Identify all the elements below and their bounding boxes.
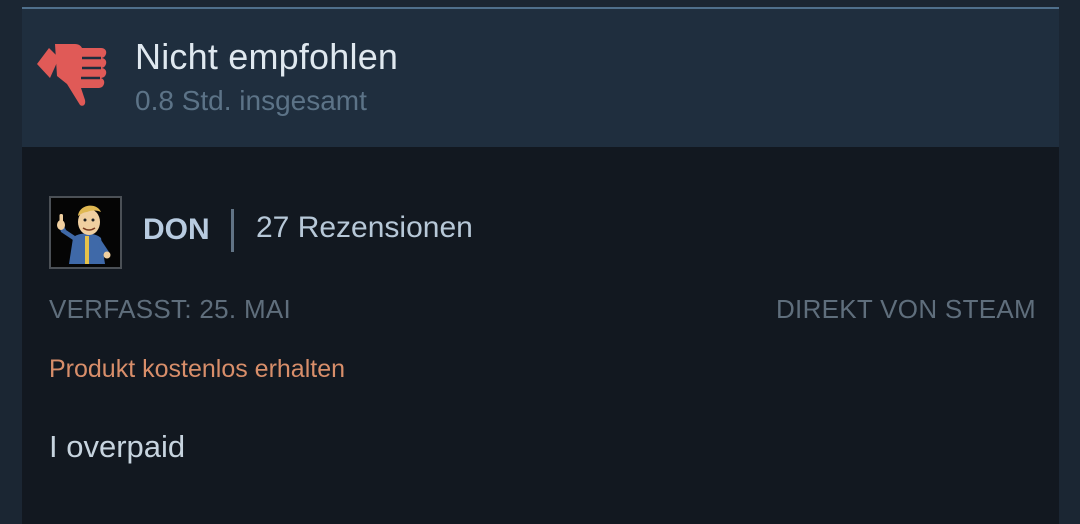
- review-text: I overpaid: [49, 429, 186, 464]
- author-review-count[interactable]: 27 Rezensionen: [256, 211, 473, 245]
- thumbs-down-icon: [35, 36, 109, 112]
- free-product-note: Produkt kostenlos erhalten: [49, 355, 346, 383]
- review-source: DIREKT VON STEAM: [775, 294, 1036, 324]
- avatar[interactable]: [49, 196, 122, 269]
- author-name[interactable]: DON: [143, 213, 210, 247]
- review-verdict: Nicht empfohlen: [135, 36, 399, 77]
- playtime-total: 0.8 Std. insgesamt: [135, 85, 367, 116]
- review-header[interactable]: Nicht empfohlen 0.8 Std. insgesamt: [22, 9, 1059, 147]
- author-divider: [231, 209, 234, 252]
- review-card: Nicht empfohlen 0.8 Std. insgesamt DON 2…: [22, 7, 1059, 524]
- posted-date: VERFASST: 25. MAI: [49, 294, 292, 324]
